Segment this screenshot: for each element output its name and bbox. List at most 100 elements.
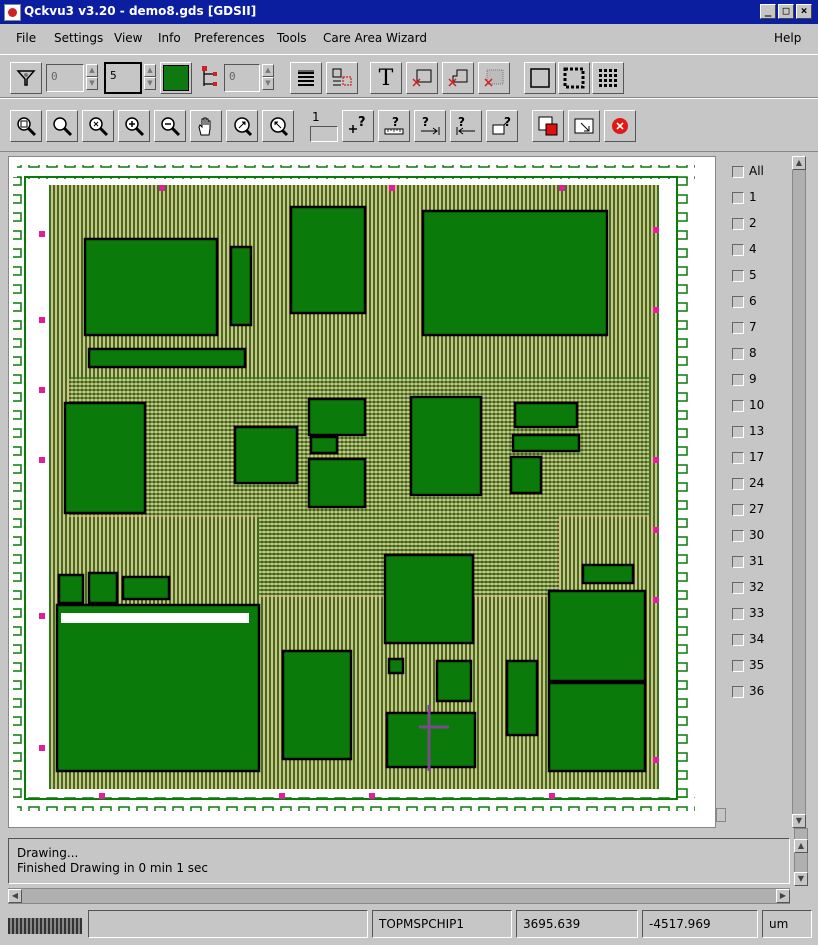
layer-checkbox[interactable] [732, 478, 744, 490]
menu-tools[interactable]: Tools [277, 31, 307, 45]
layer-checkbox[interactable] [732, 608, 744, 620]
layer-checkbox[interactable] [732, 348, 744, 360]
layer-label: 31 [749, 554, 765, 568]
message-scroll-down-icon[interactable]: ▼ [794, 872, 808, 886]
text-tool-label: T [378, 65, 394, 91]
svg-text:?: ? [358, 115, 366, 130]
layer-checkbox[interactable] [732, 582, 744, 594]
layer-checkbox[interactable] [732, 504, 744, 516]
poly-select-button[interactable] [442, 62, 474, 94]
layer-map-button[interactable] [326, 62, 358, 94]
snapshot-button[interactable] [568, 110, 600, 142]
app-icon[interactable] [4, 4, 21, 21]
status-x-coordinate: 3695.639 [516, 910, 638, 938]
scroll-right-icon[interactable]: ▶ [776, 889, 790, 903]
maximize-button[interactable]: □ [778, 4, 794, 19]
measure-icon [310, 126, 338, 142]
zoom-fit-icon [89, 117, 109, 137]
layer-checkbox[interactable] [732, 374, 744, 386]
layer-checkbox[interactable] [732, 166, 744, 178]
menu-info[interactable]: Info [158, 31, 181, 45]
layer-checkbox[interactable] [732, 660, 744, 672]
zoom-in-button[interactable] [118, 110, 150, 142]
layer-checkbox[interactable] [732, 218, 744, 230]
filter-button[interactable] [10, 62, 42, 94]
zoom-all-icon [17, 117, 37, 137]
layer-label: 4 [749, 242, 757, 256]
stop-button[interactable] [604, 110, 636, 142]
query-ruler-button[interactable]: ? [378, 110, 410, 142]
area-select-button[interactable] [478, 62, 510, 94]
hierarchy-depth-field[interactable]: 0 [224, 64, 260, 92]
pan-button[interactable] [190, 110, 222, 142]
query-next-button[interactable]: ? [414, 110, 446, 142]
scroll-down-icon[interactable]: ▼ [792, 814, 806, 828]
layer-map-icon [332, 68, 352, 86]
menu-help[interactable]: Help [774, 31, 801, 45]
zoom-previous-button[interactable] [262, 110, 294, 142]
snapshot-icon [574, 118, 594, 134]
layer-label: 8 [749, 346, 757, 360]
zoom-out-button[interactable] [154, 110, 186, 142]
outline-mode-button[interactable] [524, 62, 556, 94]
layer-label: 7 [749, 320, 757, 334]
resize-handle[interactable] [716, 808, 726, 822]
level-from-field[interactable]: 0 [46, 64, 84, 92]
fill-mode-button[interactable] [592, 62, 624, 94]
stop-icon [612, 118, 628, 134]
layer-checkbox[interactable] [732, 244, 744, 256]
dashed-mode-button[interactable] [558, 62, 590, 94]
layer-checkbox[interactable] [732, 556, 744, 568]
level-to-field[interactable]: 5 [104, 62, 142, 94]
zoom-level-control[interactable]: 1 [308, 110, 338, 142]
layer-checkbox[interactable] [732, 192, 744, 204]
level-from-stepper[interactable]: ▲ ▼ [86, 64, 98, 92]
layer-checkbox[interactable] [732, 400, 744, 412]
menu-file[interactable]: File [16, 31, 36, 45]
layer-label: 36 [749, 684, 765, 698]
hierarchy-depth-stepper[interactable]: ▲ ▼ [262, 64, 274, 92]
query-point-button[interactable]: ? [342, 110, 374, 142]
zoom-fit-button[interactable] [82, 110, 114, 142]
text-button[interactable]: T [370, 62, 402, 94]
layers-button[interactable] [290, 62, 322, 94]
layer-label: 5 [749, 268, 757, 282]
layer-checkbox[interactable] [732, 634, 744, 646]
close-button[interactable]: × [796, 4, 812, 19]
minimize-button[interactable]: _ [760, 4, 776, 19]
layer-checkbox[interactable] [732, 322, 744, 334]
query-prev-icon: ? [456, 115, 475, 135]
layer-panel-scrollbar[interactable]: ▲ ▼ [792, 156, 806, 828]
svg-text:?: ? [504, 115, 511, 129]
level-to-stepper[interactable]: ▲ ▼ [144, 64, 156, 92]
message-scrollbar[interactable]: ▲ ▼ [794, 828, 808, 886]
grid-fill-icon [599, 69, 617, 87]
menu-preferences[interactable]: Preferences [194, 31, 265, 45]
layer-checkbox[interactable] [732, 686, 744, 698]
layer-checkbox[interactable] [732, 296, 744, 308]
query-box-button[interactable]: ? [486, 110, 518, 142]
zoom-all-button[interactable] [10, 110, 42, 142]
menu-settings[interactable]: Settings [54, 31, 103, 45]
layer-panel: All 1 2 4 5 6 7 8 9 10 13 17 24 27 30 31 32 33 34 35 36 [724, 156, 792, 828]
zoom-window-button[interactable] [46, 110, 78, 142]
menu-view[interactable]: View [114, 31, 142, 45]
query-next-icon: ? [421, 115, 440, 135]
scroll-left-icon[interactable]: ◀ [8, 889, 22, 903]
layout-canvas[interactable] [8, 156, 716, 828]
layer-checkbox[interactable] [732, 452, 744, 464]
layer-label: 24 [749, 476, 765, 490]
cell-select-button[interactable] [406, 62, 438, 94]
message-scroll-up-icon[interactable]: ▲ [794, 839, 808, 853]
message-hscrollbar[interactable]: ◀ ▶ [8, 888, 790, 904]
scroll-up-icon[interactable]: ▲ [792, 156, 806, 170]
query-prev-button[interactable]: ? [450, 110, 482, 142]
layer-label: 34 [749, 632, 765, 646]
layer-checkbox[interactable] [732, 270, 744, 282]
layer-checkbox[interactable] [732, 426, 744, 438]
zoom-center-button[interactable] [226, 110, 258, 142]
layer-checkbox[interactable] [732, 530, 744, 542]
menu-care-area-wizard[interactable]: Care Area Wizard [323, 31, 427, 45]
fill-color-button[interactable] [160, 62, 192, 94]
export-button[interactable] [532, 110, 564, 142]
